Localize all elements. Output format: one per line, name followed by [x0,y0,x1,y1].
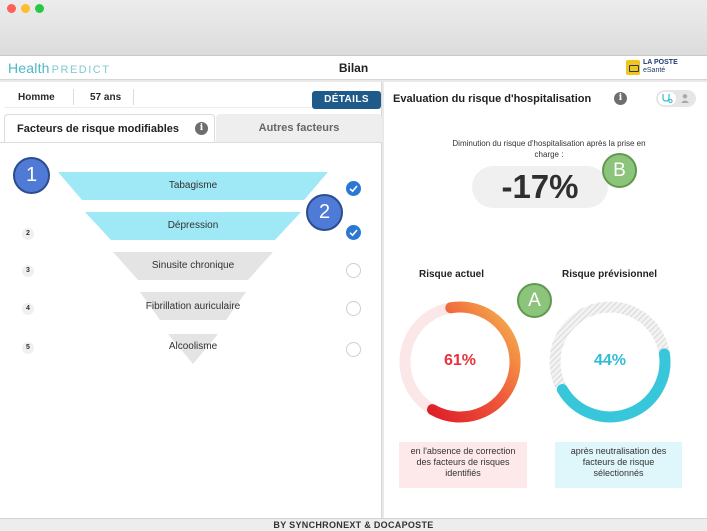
logo-line2: eSanté [643,67,666,74]
hospitalization-risk-panel: Evaluation du risque d'hospitalisation i… [384,82,707,518]
factor-label-fibrillation: Fibrillation auriculaire [145,301,241,312]
checkbox-tabagisme[interactable] [346,181,361,196]
forecast-risk-caption: après neutralisation des facteurs de ris… [555,442,682,488]
forecast-risk-value: 44% [593,352,627,369]
maximize-window-button[interactable] [35,4,44,13]
la-poste-esante-logo: LA POSTE eSanté [626,59,678,75]
factor-label-sinusite: Sinusite chronique [151,260,235,271]
rank-badge: 4 [22,303,34,315]
risk-funnel [58,172,328,364]
current-risk-value: 61% [443,352,477,369]
factor-label-tabagisme: Tabagisme [168,180,218,191]
current-risk-caption: en l'absence de correction des facteurs … [399,442,527,488]
checkbox-alcoolisme[interactable] [346,342,361,357]
footer-credits: BY SYNCHRONEXT & DOCAPOSTE [0,518,707,531]
close-window-button[interactable] [7,4,16,13]
rank-badge: 5 [22,342,34,354]
page-title: Bilan [338,61,369,75]
window-titlebar [0,0,707,56]
logo-line1: LA POSTE [643,59,678,66]
la-poste-logo-icon [626,59,640,75]
annotation-badge-1: 1 [13,157,50,194]
rank-badge: 3 [22,265,34,277]
checkbox-depression[interactable] [346,225,361,240]
factor-label-depression: Dépression [167,220,219,231]
annotation-badge-2: 2 [306,194,343,231]
minimize-window-button[interactable] [21,4,30,13]
factor-label-alcoolisme: Alcoolisme [168,341,218,352]
risk-factors-panel: Homme 57 ans DÉTAILS Facteurs de risque … [0,82,382,518]
checkmark-icon [349,229,358,237]
rank-badge: 2 [22,228,34,240]
checkbox-sinusite[interactable] [346,263,361,278]
app-header: Health PREDICT Bilan LA POSTE eSanté [0,56,707,80]
checkbox-fibrillation[interactable] [346,301,361,316]
checkmark-icon [349,185,358,193]
